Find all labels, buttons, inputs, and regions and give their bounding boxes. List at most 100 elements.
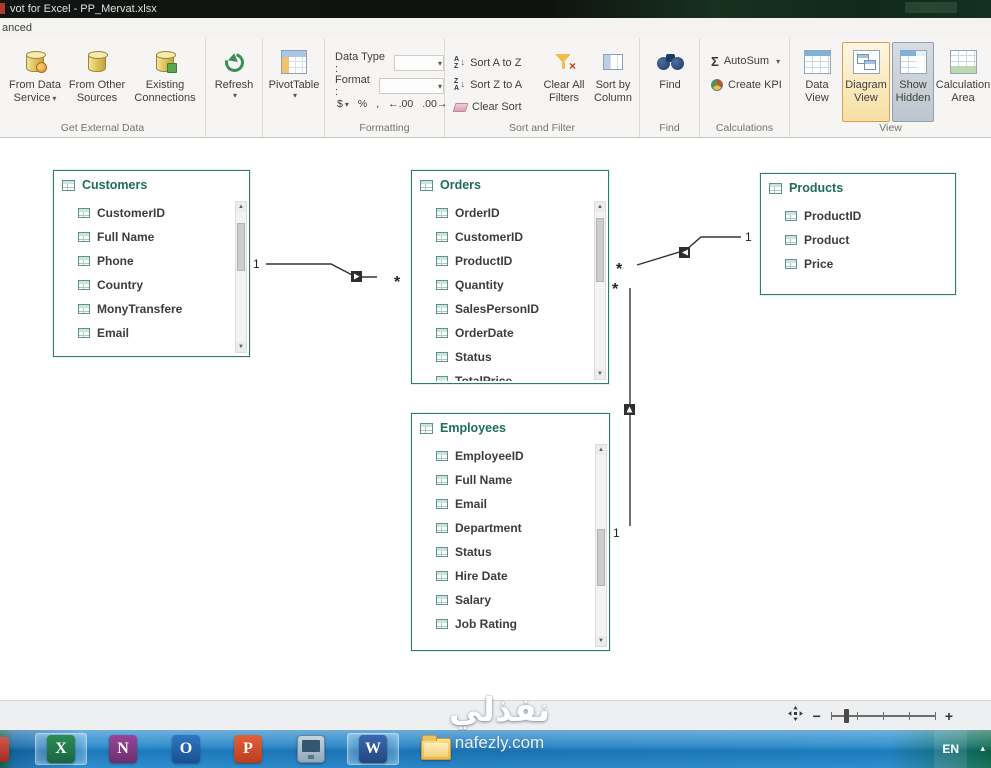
- status-bar: − +: [0, 700, 991, 730]
- vertical-scrollbar[interactable]: [595, 444, 607, 647]
- table-header[interactable]: Orders: [412, 171, 608, 195]
- table-header[interactable]: Employees: [412, 414, 609, 438]
- scroll-down-icon[interactable]: [236, 342, 246, 352]
- field-grid-icon: [436, 208, 448, 218]
- clear-all-filters-button[interactable]: Clear All Filters: [541, 42, 587, 122]
- increase-decimal-button[interactable]: .00→: [422, 98, 447, 110]
- table-orders[interactable]: Orders OrderID CustomerID ProductID Quan…: [411, 170, 609, 384]
- table-name: Employees: [440, 421, 507, 435]
- ribbon: From Data Service From Other Sources Exi…: [0, 38, 991, 138]
- taskbar-powerpoint-button[interactable]: P: [222, 733, 274, 765]
- taskbar-word-button[interactable]: W: [347, 733, 399, 765]
- existing-connections-button[interactable]: Existing Connections: [130, 42, 200, 122]
- titlebar[interactable]: vot for Excel - PP_Mervat.xlsx: [0, 0, 991, 18]
- language-indicator[interactable]: EN: [934, 730, 967, 768]
- scrollbar-thumb[interactable]: [597, 529, 605, 586]
- table-field-row[interactable]: Price: [761, 252, 953, 276]
- show-hidden-button[interactable]: Show Hidden: [892, 42, 934, 122]
- sort-z-to-a-button[interactable]: Z A ↓ Sort Z to A: [451, 76, 525, 94]
- table-field-row[interactable]: ProductID: [412, 249, 593, 273]
- scroll-up-icon[interactable]: [596, 445, 606, 455]
- table-field-row[interactable]: Email: [412, 492, 594, 516]
- table-field-row[interactable]: Salary: [412, 588, 594, 612]
- scroll-down-icon[interactable]: [595, 369, 605, 379]
- from-other-sources-button[interactable]: From Other Sources: [66, 42, 128, 122]
- data-view-button[interactable]: Data View: [794, 42, 840, 122]
- field-grid-icon: [436, 619, 448, 629]
- percent-button[interactable]: %: [358, 98, 367, 110]
- diagram-view-button[interactable]: Diagram View: [842, 42, 890, 122]
- table-field-row[interactable]: Status: [412, 345, 593, 369]
- table-field-row[interactable]: CustomerID: [54, 201, 234, 225]
- dropdown-caret-icon: [436, 57, 442, 69]
- taskbar-outlook-button[interactable]: O: [160, 733, 212, 765]
- thousands-separator-button[interactable]: ,: [376, 98, 379, 110]
- format-dropdown[interactable]: [379, 78, 444, 94]
- diagram-canvas[interactable]: Customers CustomerID Full Name Phone Cou…: [0, 138, 991, 700]
- from-data-service-button[interactable]: From Data Service: [4, 42, 66, 122]
- table-header[interactable]: Customers: [54, 171, 249, 195]
- table-field-row[interactable]: OrderID: [412, 201, 593, 225]
- button-label: Existing Connections: [134, 79, 196, 104]
- table-employees[interactable]: Employees EmployeeID Full Name Email Dep…: [411, 413, 610, 651]
- currency-button[interactable]: $: [337, 98, 349, 110]
- table-field-row[interactable]: EmployeeID: [412, 444, 594, 468]
- clear-sort-button[interactable]: Clear Sort: [451, 98, 525, 116]
- find-button[interactable]: Find: [648, 42, 692, 122]
- taskbar-explorer-button[interactable]: [410, 733, 462, 765]
- table-field-row[interactable]: Full Name: [412, 468, 594, 492]
- data-type-control[interactable]: Data Type :: [335, 51, 444, 75]
- vertical-scrollbar[interactable]: [235, 201, 247, 353]
- refresh-button[interactable]: Refresh: [208, 42, 260, 122]
- decrease-decimal-button[interactable]: ←.00: [388, 98, 413, 110]
- taskbar-up-arrow-icon[interactable]: [980, 743, 985, 754]
- table-field-row[interactable]: Email: [54, 321, 234, 345]
- field-grid-icon: [78, 280, 90, 290]
- field-grid-icon: [436, 352, 448, 362]
- calculation-area-button[interactable]: Calculation Area: [936, 42, 990, 122]
- table-field-row[interactable]: MonyTransfere: [54, 297, 234, 321]
- table-field-row[interactable]: Country: [54, 273, 234, 297]
- table-field-row[interactable]: TotalPrice: [412, 369, 593, 381]
- table-field-row[interactable]: Product: [761, 228, 953, 252]
- table-field-row[interactable]: Status: [412, 540, 594, 564]
- scroll-down-icon[interactable]: [596, 636, 606, 646]
- vertical-scrollbar[interactable]: [594, 201, 606, 380]
- zoom-slider[interactable]: [830, 709, 936, 723]
- table-field-row[interactable]: SalesPersonID: [412, 297, 593, 321]
- table-header[interactable]: Products: [761, 174, 955, 198]
- fit-to-window-icon[interactable]: [787, 706, 803, 726]
- create-kpi-button[interactable]: Create KPI: [708, 76, 785, 94]
- scroll-up-icon[interactable]: [236, 202, 246, 212]
- table-products[interactable]: Products ProductID Product Price: [760, 173, 956, 295]
- autosum-button[interactable]: AutoSum: [708, 52, 783, 70]
- format-control[interactable]: Format :: [335, 74, 444, 98]
- data-type-dropdown[interactable]: [394, 55, 444, 71]
- tab-advanced[interactable]: anced: [2, 22, 32, 34]
- taskbar-excel-button[interactable]: X: [35, 733, 87, 765]
- scroll-up-icon[interactable]: [595, 202, 605, 212]
- sort-by-column-button[interactable]: Sort by Column: [589, 42, 637, 122]
- table-field-row[interactable]: OrderDate: [412, 321, 593, 345]
- pivottable-button[interactable]: PivotTable: [266, 42, 322, 122]
- scrollbar-thumb[interactable]: [596, 217, 604, 282]
- zoom-in-button[interactable]: +: [945, 709, 953, 723]
- partial-app-icon[interactable]: [0, 737, 9, 762]
- table-field-row[interactable]: Quantity: [412, 273, 593, 297]
- table-field-row[interactable]: ProductID: [761, 204, 953, 228]
- zoom-out-button[interactable]: −: [813, 709, 821, 723]
- table-customers[interactable]: Customers CustomerID Full Name Phone Cou…: [53, 170, 250, 357]
- table-field-row[interactable]: Hire Date: [412, 564, 594, 588]
- zoom-slider-thumb[interactable]: [844, 709, 850, 723]
- scrollbar-thumb[interactable]: [237, 223, 245, 271]
- table-field-row[interactable]: Job Rating: [412, 612, 594, 636]
- taskbar-media-app-button[interactable]: [285, 733, 337, 765]
- table-field-row[interactable]: CustomerID: [412, 225, 593, 249]
- table-field-row[interactable]: Phone: [54, 249, 234, 273]
- taskbar-onenote-button[interactable]: N: [97, 733, 149, 765]
- table-field-row[interactable]: Department: [412, 516, 594, 540]
- table-field-row[interactable]: Full Name: [54, 225, 234, 249]
- sigma-icon: [711, 54, 719, 69]
- sort-a-to-z-button[interactable]: A Z ↓ Sort A to Z: [451, 54, 524, 72]
- field-list: EmployeeID Full Name Email Department St…: [412, 444, 594, 648]
